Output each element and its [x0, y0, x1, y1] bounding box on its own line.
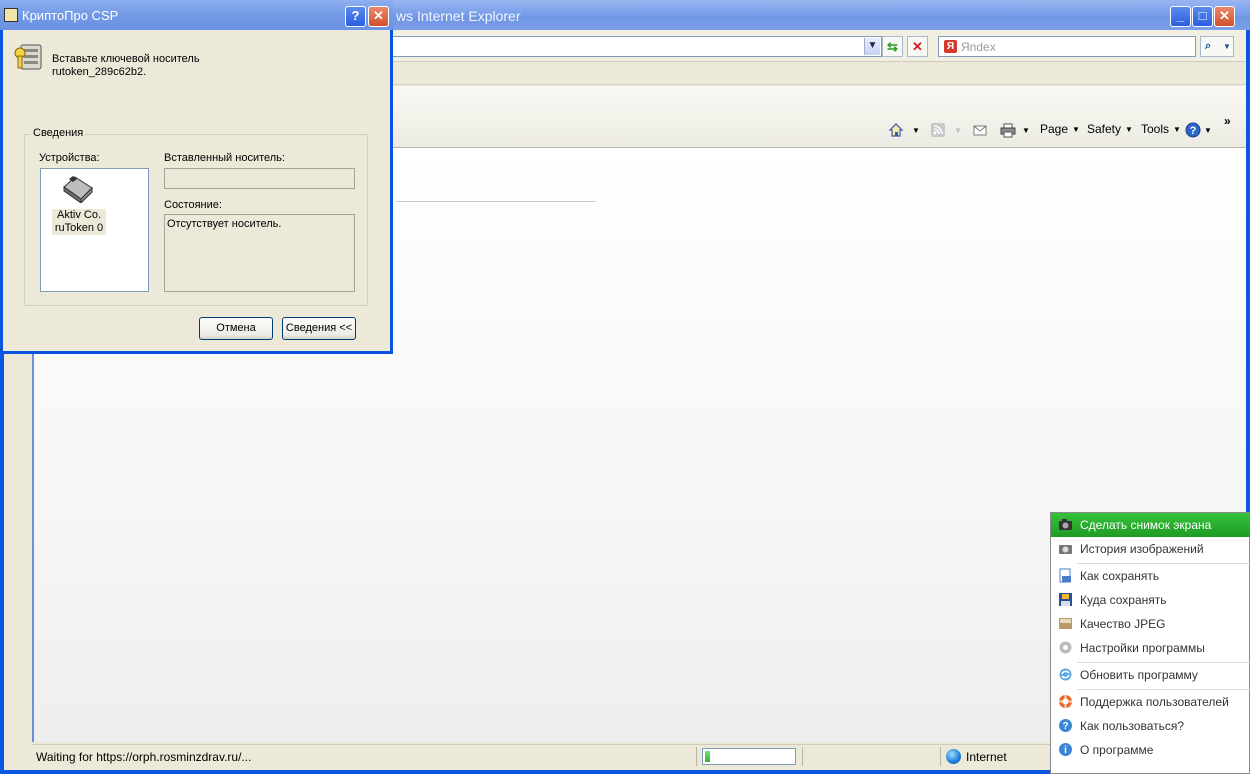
chevron-down-icon[interactable]: ▼: [1022, 126, 1030, 142]
chevron-down-icon[interactable]: ▼: [912, 126, 920, 142]
close-button[interactable]: ✕: [1214, 6, 1235, 27]
magnifier-icon: ⌕: [1205, 40, 1212, 52]
menu-item-label: Обновить программу: [1080, 668, 1198, 682]
lifebuoy-icon: [1059, 695, 1072, 708]
chevron-down-icon: ▼: [954, 126, 962, 135]
chevron-down-icon[interactable]: ▼: [1204, 126, 1212, 142]
dialog-message: Вставьте ключевой носитель: [52, 53, 200, 65]
save-as-icon: [1059, 568, 1071, 583]
page-menu[interactable]: Page ▼: [1040, 122, 1080, 138]
chevron-more-icon[interactable]: »: [1224, 114, 1231, 130]
cryptopro-dialog: КриптоПро CSP ? ✕ Вставьте ключевой носи…: [0, 0, 393, 354]
menu-item-label: Сделать снимок экрана: [1080, 518, 1212, 532]
refresh-button[interactable]: ⇆: [882, 36, 903, 57]
dialog-body: Вставьте ключевой носитель rutoken_289c6…: [3, 30, 390, 351]
menu-item-save-format[interactable]: Как сохранять: [1051, 564, 1250, 588]
devices-label: Устройства:: [39, 152, 100, 164]
address-input[interactable]: ▼: [392, 36, 882, 57]
safety-menu-label: Safety: [1087, 122, 1122, 136]
details-group-label: Сведения: [31, 127, 86, 139]
cryptopro-app-icon: [4, 8, 18, 22]
dialog-title-bar[interactable]: КриптоПро CSP ? ✕: [0, 0, 393, 30]
maximize-button[interactable]: □: [1192, 6, 1213, 27]
search-placeholder: Яndex: [961, 40, 996, 54]
tools-menu[interactable]: Tools ▼: [1141, 122, 1181, 138]
divider: [940, 747, 941, 766]
menu-item-how-to-use[interactable]: ? Как пользоваться?: [1051, 714, 1250, 738]
key-storage-icon: [14, 44, 42, 70]
security-zone[interactable]: Internet: [966, 750, 1007, 764]
print-icon[interactable]: [1000, 122, 1016, 138]
menu-item-save-location[interactable]: Куда сохранять: [1051, 588, 1250, 612]
state-field: Отсутствует носитель.: [164, 214, 355, 292]
ie-window-title: ws Internet Explorer: [396, 8, 521, 24]
menu-item-label: Настройки программы: [1080, 641, 1205, 655]
menu-item-label: Поддержка пользователей: [1080, 695, 1229, 709]
menu-item-label: Как сохранять: [1080, 569, 1160, 583]
svg-text:i: i: [1064, 745, 1067, 756]
state-label: Состояние:: [164, 199, 222, 211]
gear-icon: [1059, 641, 1072, 654]
usb-token-icon: [63, 176, 93, 203]
search-button[interactable]: ⌕ ▼: [1200, 36, 1234, 57]
chevron-down-icon[interactable]: ▼: [1223, 37, 1231, 56]
menu-item-label: Куда сохранять: [1080, 593, 1167, 607]
loading-progress-bar: [702, 748, 796, 765]
tray-context-menu: Сделать снимок экрана История изображени…: [1050, 512, 1250, 774]
key-container-name: rutoken_289c62b2.: [52, 66, 147, 78]
dialog-help-button[interactable]: ?: [345, 6, 366, 27]
feeds-icon[interactable]: [930, 122, 946, 138]
inserted-media-label: Вставленный носитель:: [164, 152, 285, 164]
status-text: Waiting for https://orph.rosminzdrav.ru/…: [36, 750, 252, 764]
page-menu-label: Page: [1040, 122, 1069, 136]
search-input[interactable]: Я Яndex: [938, 36, 1196, 57]
menu-item-take-screenshot[interactable]: Сделать снимок экрана: [1051, 513, 1250, 537]
details-toggle-button[interactable]: Сведения <<: [282, 317, 356, 340]
details-group: Сведения Устройства: Aktiv Co. ruToken 0…: [24, 127, 368, 306]
yandex-icon: Я: [944, 40, 957, 53]
menu-item-label: О программе: [1080, 743, 1154, 757]
stop-button[interactable]: ✕: [907, 36, 928, 57]
progress-fill: [705, 751, 710, 762]
menu-item-support[interactable]: Поддержка пользователей: [1051, 690, 1250, 714]
jpeg-icon: [1059, 618, 1072, 629]
svg-text:?: ?: [1190, 125, 1197, 137]
help-icon: ?: [1059, 719, 1072, 732]
home-icon[interactable]: [888, 122, 904, 138]
menu-item-settings[interactable]: Настройки программы: [1051, 636, 1250, 660]
safety-menu[interactable]: Safety ▼: [1087, 122, 1133, 138]
menu-item-label: Как пользоваться?: [1080, 719, 1185, 733]
cancel-button[interactable]: Отмена: [199, 317, 273, 340]
divider: [802, 747, 803, 766]
help-icon[interactable]: ?: [1185, 122, 1201, 138]
globe-icon: [946, 749, 961, 764]
chevron-down-icon[interactable]: ▼: [864, 38, 880, 55]
device-list[interactable]: Aktiv Co. ruToken 0: [40, 168, 149, 292]
menu-item-update[interactable]: Обновить программу: [1051, 663, 1250, 687]
update-icon: [1059, 668, 1072, 681]
dialog-close-button[interactable]: ✕: [368, 6, 389, 27]
info-icon: i: [1059, 743, 1072, 756]
menu-item-jpeg-quality[interactable]: Качество JPEG: [1051, 612, 1250, 636]
mail-icon[interactable]: [972, 122, 988, 138]
divider: [696, 747, 697, 766]
camera-icon: [1059, 519, 1072, 530]
tools-menu-label: Tools: [1141, 122, 1170, 136]
history-icon: [1059, 545, 1072, 554]
menu-item-label: История изображений: [1080, 542, 1204, 556]
floppy-icon: [1059, 593, 1072, 606]
minimize-button[interactable]: _: [1170, 6, 1191, 27]
menu-item-about[interactable]: i О программе: [1051, 738, 1250, 762]
menu-item-image-history[interactable]: История изображений: [1051, 537, 1250, 561]
svg-text:?: ?: [1062, 721, 1068, 732]
menu-item-label: Качество JPEG: [1080, 617, 1166, 631]
device-item-rutoken[interactable]: Aktiv Co. ruToken 0: [52, 209, 106, 235]
dialog-title: КриптоПро CSP: [22, 8, 119, 23]
inserted-media-field: [164, 168, 355, 189]
divider: [396, 201, 596, 202]
